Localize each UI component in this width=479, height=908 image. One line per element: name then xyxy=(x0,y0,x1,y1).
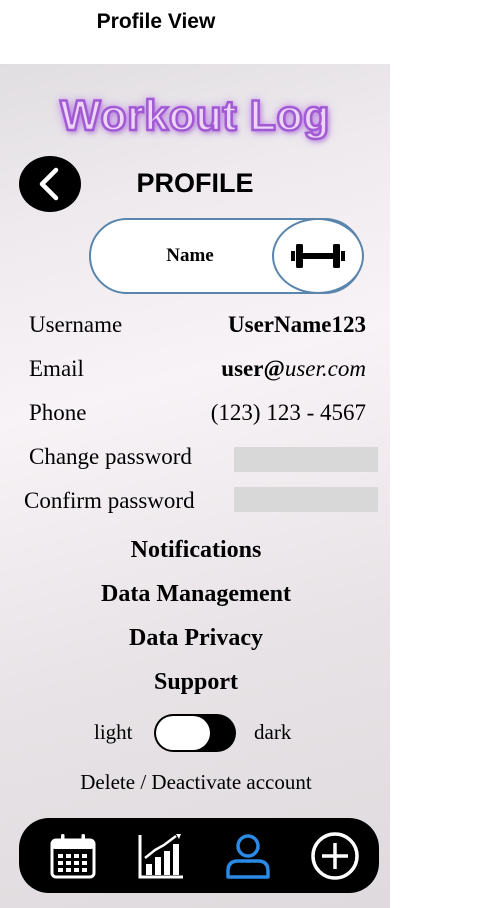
change-password-input[interactable] xyxy=(234,447,378,472)
delete-account-link[interactable]: Delete / Deactivate account xyxy=(0,770,390,795)
bottom-nav xyxy=(19,818,379,893)
username-label: Username xyxy=(29,312,123,337)
confirm-password-input[interactable] xyxy=(234,487,378,512)
profile-name: Name xyxy=(166,245,214,266)
nav-calendar-button[interactable] xyxy=(47,830,99,882)
theme-dark-label: dark xyxy=(254,720,292,744)
phone-value: (123) 123 - 4567 xyxy=(210,400,366,425)
frame-caption: Profile View xyxy=(96,10,216,33)
change-password-row: Change password xyxy=(0,444,390,474)
phone-label: Phone xyxy=(29,400,87,425)
add-circle-icon xyxy=(311,832,359,880)
theme-toggle[interactable] xyxy=(154,714,236,752)
email-value-user: user@ xyxy=(221,356,285,381)
dumbbell-icon xyxy=(290,243,345,268)
nav-stats-button[interactable] xyxy=(135,830,187,882)
phone-screen: Workout Log PROFILE Name Username UserNa… xyxy=(0,64,390,908)
profile-name-pill[interactable]: Name xyxy=(89,217,364,294)
bar-chart-icon xyxy=(138,834,183,879)
theme-toggle-knob xyxy=(156,716,210,750)
email-value: user@user.com xyxy=(221,356,366,382)
notifications-link[interactable]: Notifications xyxy=(0,537,390,564)
username-value: UserName123 xyxy=(228,312,366,337)
confirm-password-label: Confirm password xyxy=(24,488,195,513)
support-link[interactable]: Support xyxy=(0,669,390,696)
email-value-domain: user.com xyxy=(284,356,366,381)
theme-row: light dark xyxy=(0,714,390,754)
email-row: Email user@user.com xyxy=(0,356,390,386)
phone-row: Phone (123) 123 - 4567 xyxy=(0,400,390,430)
page-title: PROFILE xyxy=(136,168,254,198)
username-row: Username UserName123 xyxy=(0,312,390,342)
chevron-left-icon xyxy=(39,167,59,201)
calendar-icon xyxy=(50,834,96,879)
nav-add-button[interactable] xyxy=(309,830,361,882)
nav-profile-button[interactable] xyxy=(222,830,274,882)
change-password-label: Change password xyxy=(29,444,192,469)
avatar[interactable] xyxy=(271,217,364,294)
back-button[interactable] xyxy=(19,156,81,212)
profile-icon xyxy=(226,834,270,879)
app-title: Workout Log xyxy=(59,91,331,142)
confirm-password-row: Confirm password xyxy=(0,487,390,518)
data-privacy-link[interactable]: Data Privacy xyxy=(0,625,390,652)
theme-light-label: light xyxy=(94,720,133,744)
email-label: Email xyxy=(29,356,84,381)
data-management-link[interactable]: Data Management xyxy=(0,581,390,608)
